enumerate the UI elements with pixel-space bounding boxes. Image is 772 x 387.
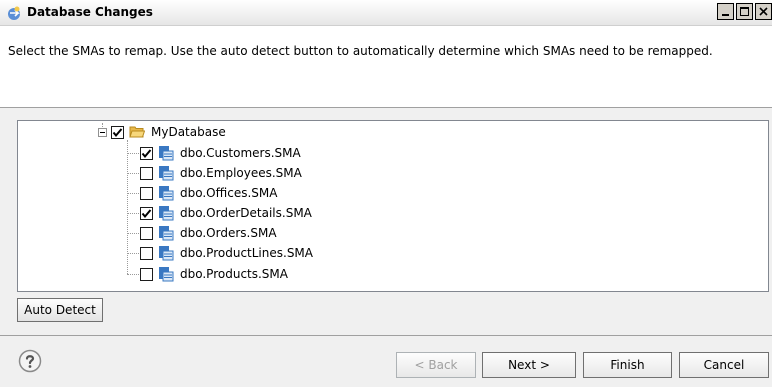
tree-branch-line xyxy=(127,172,139,174)
tree-branch-line xyxy=(127,252,139,254)
help-icon[interactable] xyxy=(18,349,42,373)
auto-detect-button[interactable]: Auto Detect xyxy=(17,298,103,322)
tree-branch-line xyxy=(127,152,139,154)
title-bar[interactable]: Database Changes xyxy=(0,0,772,26)
item-checkbox[interactable] xyxy=(140,146,153,160)
sma-file-icon xyxy=(159,166,174,181)
sma-file-icon xyxy=(159,246,174,261)
item-label: dbo.Employees.SMA xyxy=(180,166,302,180)
tree-branch-line xyxy=(127,192,139,194)
item-label: dbo.OrderDetails.SMA xyxy=(180,206,312,220)
item-label: dbo.ProductLines.SMA xyxy=(180,246,313,260)
folder-open-icon xyxy=(129,126,145,138)
tree-item[interactable]: dbo.Customers.SMA xyxy=(127,143,301,163)
sma-file-icon xyxy=(159,146,174,161)
item-checkbox[interactable] xyxy=(140,206,153,220)
database-changes-dialog: Database Changes Select the SMAs to rema… xyxy=(0,0,772,387)
maximize-icon[interactable] xyxy=(736,3,753,20)
item-label: dbo.Offices.SMA xyxy=(180,186,278,200)
instruction-text: Select the SMAs to remap. Use the auto d… xyxy=(8,44,713,58)
item-label: dbo.Customers.SMA xyxy=(180,146,301,160)
tree-item[interactable]: dbo.Products.SMA xyxy=(127,264,288,284)
tree-item[interactable]: dbo.Employees.SMA xyxy=(127,163,302,183)
item-label: dbo.Orders.SMA xyxy=(180,226,277,240)
item-checkbox[interactable] xyxy=(140,166,153,180)
sma-file-icon xyxy=(159,186,174,201)
next-button[interactable]: Next > xyxy=(482,352,576,378)
close-icon[interactable] xyxy=(755,3,772,20)
tree-item[interactable]: dbo.Offices.SMA xyxy=(127,183,277,203)
footer-separator xyxy=(0,335,772,336)
sma-file-icon xyxy=(159,267,174,282)
minimize-icon[interactable] xyxy=(717,3,734,20)
item-checkbox[interactable] xyxy=(140,267,153,281)
window-controls xyxy=(715,3,772,21)
header-panel xyxy=(0,26,772,108)
root-checkbox[interactable] xyxy=(111,125,124,139)
tree-item[interactable]: dbo.OrderDetails.SMA xyxy=(127,203,312,223)
tree-branch-line xyxy=(127,232,139,234)
wizard-icon xyxy=(8,6,20,20)
sma-tree[interactable]: MyDatabase dbo.Customers.SMA dbo.Employe… xyxy=(17,120,769,292)
tree-branch-line xyxy=(127,212,139,214)
cancel-button[interactable]: Cancel xyxy=(679,352,769,378)
item-label: dbo.Products.SMA xyxy=(180,267,288,281)
sma-file-icon xyxy=(159,206,174,221)
tree-item[interactable]: dbo.ProductLines.SMA xyxy=(127,243,313,263)
collapse-icon[interactable] xyxy=(98,127,107,137)
finish-button[interactable]: Finish xyxy=(583,352,672,378)
sma-file-icon xyxy=(159,226,174,241)
tree-branch-line xyxy=(127,273,139,275)
tree-item[interactable]: dbo.Orders.SMA xyxy=(127,223,277,243)
item-checkbox[interactable] xyxy=(140,246,153,260)
item-checkbox[interactable] xyxy=(140,186,153,200)
item-checkbox[interactable] xyxy=(140,226,153,240)
tree-root-row[interactable]: MyDatabase xyxy=(98,122,226,142)
back-button[interactable]: < Back xyxy=(396,352,476,378)
root-label: MyDatabase xyxy=(151,125,226,139)
window-title: Database Changes xyxy=(27,5,153,19)
